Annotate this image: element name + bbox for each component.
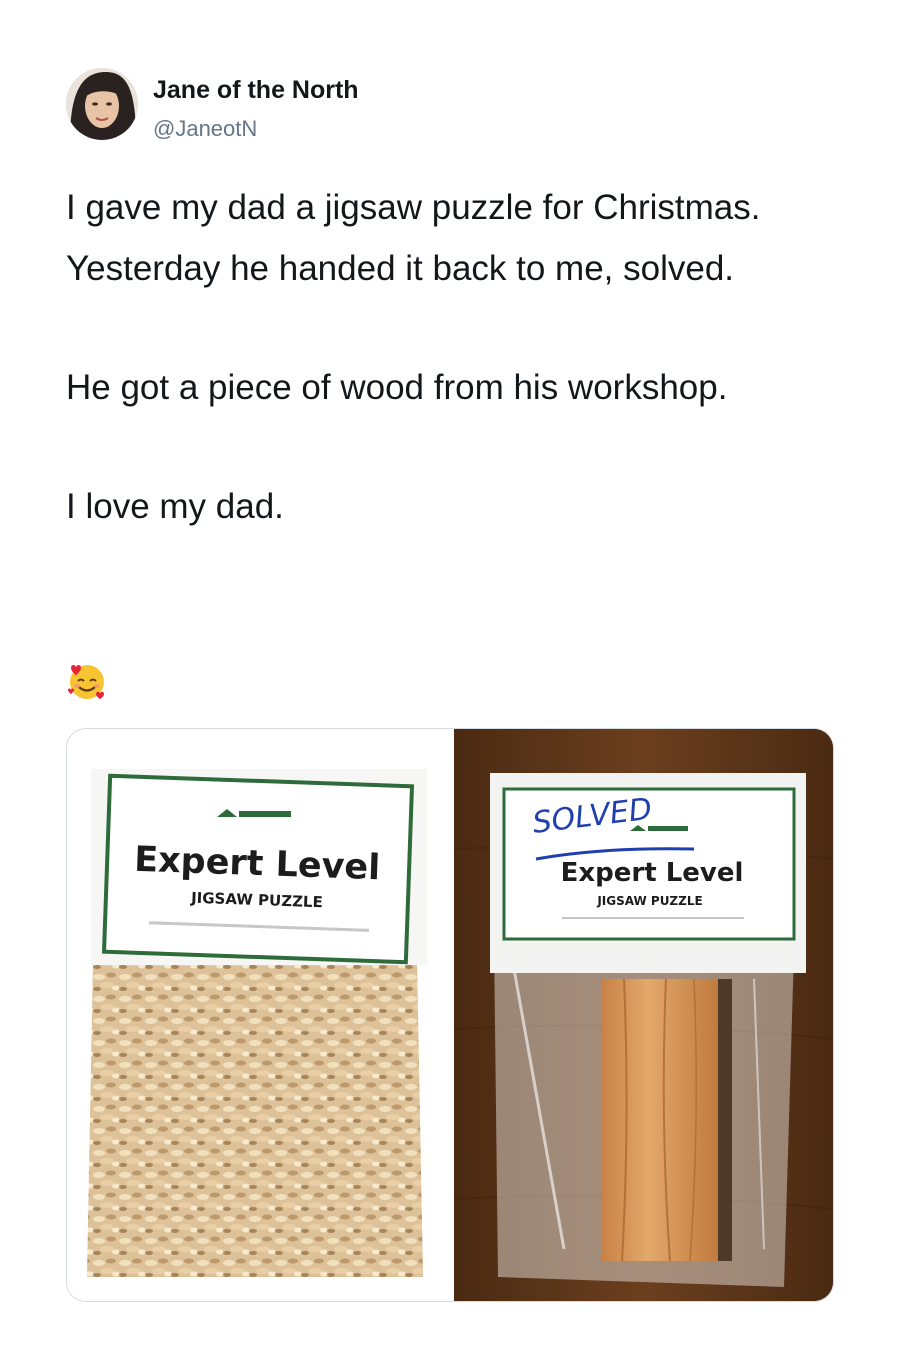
tweet-media[interactable]: Expert Level JIGSAW PUZZLE Expert Level …: [66, 728, 834, 1302]
avatar-portrait: [66, 68, 138, 140]
tweet-paragraph: He got a piece of wood from his workshop…: [66, 367, 728, 407]
wood-block-bag-illustration: Expert Level JIGSAW PUZZLE SOLVED: [453, 729, 833, 1301]
tweet-paragraph: I love my dad.: [66, 486, 284, 526]
author-avatar[interactable]: [66, 68, 138, 140]
wood-chips-bag-illustration: Expert Level JIGSAW PUZZLE: [67, 729, 453, 1301]
tweet-text: I gave my dad a jigsaw puzzle for Christ…: [66, 178, 846, 538]
tweet-card: Jane of the North @JaneotN I gave my dad…: [0, 0, 900, 1370]
media-image-wood-chips[interactable]: Expert Level JIGSAW PUZZLE: [67, 729, 453, 1301]
right-label-subtitle: JIGSAW PUZZLE: [596, 894, 702, 908]
author-handle[interactable]: @JaneotN: [153, 116, 257, 142]
right-label-title: Expert Level: [561, 858, 744, 888]
media-image-wood-block[interactable]: Expert Level JIGSAW PUZZLE SOLVED: [453, 729, 833, 1301]
author-name[interactable]: Jane of the North: [153, 76, 359, 105]
smiling-face-with-hearts-icon: [66, 660, 108, 702]
tweet-paragraph: I gave my dad a jigsaw puzzle for Christ…: [66, 188, 761, 288]
